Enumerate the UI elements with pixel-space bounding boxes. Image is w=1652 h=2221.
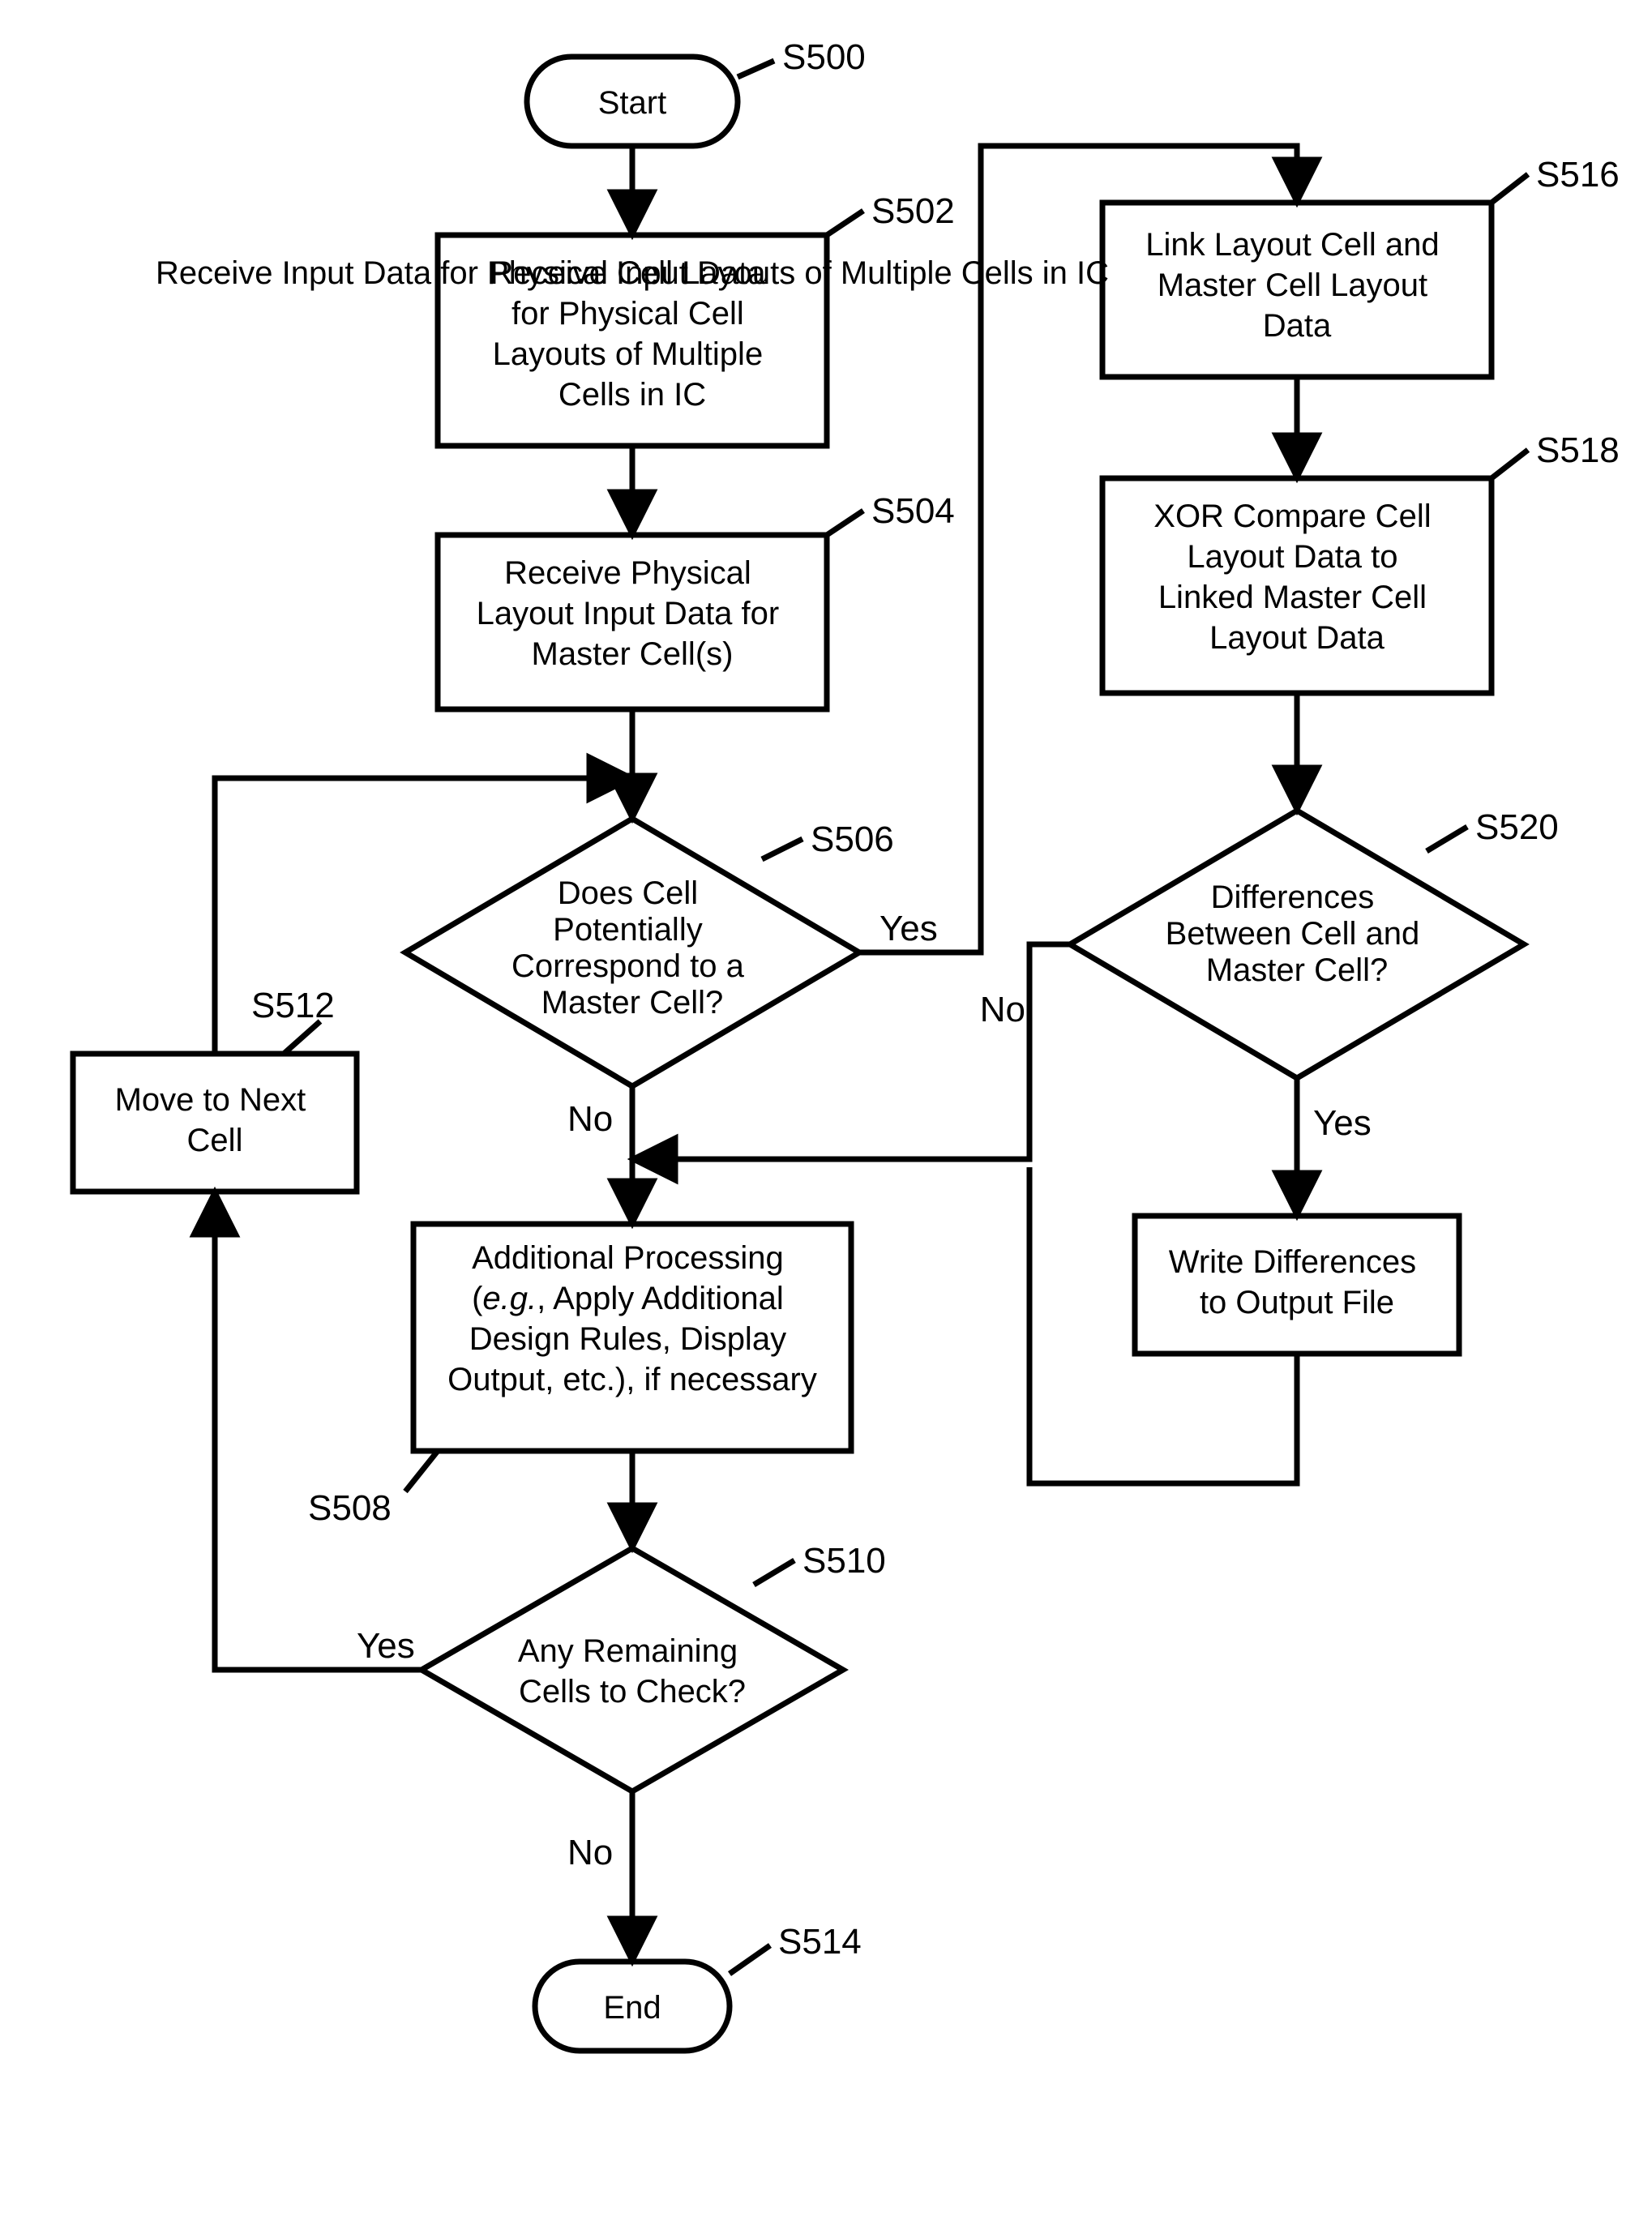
svg-text:Receive Input Data for P: Receive Input Data for Physical Cell Lay… bbox=[490, 255, 774, 413]
svg-text:Differences Between Cell: Differences Between Cell and Master Cell… bbox=[1166, 879, 1429, 988]
s520-yes-label: Yes bbox=[1313, 1103, 1372, 1143]
s506-yes-label: Yes bbox=[879, 909, 938, 948]
s508-label: S508 bbox=[308, 1488, 392, 1528]
s502-label: S502 bbox=[871, 191, 955, 231]
end-text: End bbox=[603, 1990, 661, 2026]
svg-text:Move to Next Cell: Move to Next Cell bbox=[115, 1082, 315, 1158]
svg-text:Does Cell Potentially: Does Cell Potentially Correspond to a Ma… bbox=[511, 875, 753, 1021]
svg-text:Receive Physical Layout: Receive Physical Layout Input Data for M… bbox=[477, 555, 789, 672]
s520-decision: Differences Between Cell and Master Cell… bbox=[1070, 807, 1559, 1078]
svg-text:Any Remaining Cells to C: Any Remaining Cells to Check? bbox=[518, 1633, 747, 1710]
edge-s510-s512 bbox=[215, 1192, 422, 1670]
s508-box: Additional Processing (e.g., Apply Addit… bbox=[308, 1224, 851, 1528]
s516-box: Link Layout Cell and Master Cell Layout … bbox=[1102, 155, 1620, 377]
s506-no-label: No bbox=[567, 1099, 613, 1139]
s506-label: S506 bbox=[811, 820, 894, 859]
svg-text:Additional Processing (e: Additional Processing (e.g., Apply Addit… bbox=[447, 1240, 817, 1397]
s504-label: S504 bbox=[871, 491, 955, 531]
s510-label: S510 bbox=[802, 1541, 886, 1581]
s522-box: Write Differences to Output File bbox=[1135, 1216, 1459, 1354]
s520-no-label: No bbox=[980, 990, 1025, 1029]
flowchart: Start S500 Receive Input Data for Physic… bbox=[0, 0, 1652, 2221]
s504-box: Receive Physical Layout Input Data for M… bbox=[438, 491, 955, 709]
s510-decision: Any Remaining Cells to Check? S510 bbox=[422, 1541, 886, 1791]
start-label: S500 bbox=[782, 37, 866, 77]
s518-label: S518 bbox=[1536, 430, 1620, 470]
svg-text:Link Layout Cell and Mas: Link Layout Cell and Master Cell Layout … bbox=[1145, 227, 1449, 344]
s520-label: S520 bbox=[1475, 807, 1559, 847]
s510-no-label: No bbox=[567, 1833, 613, 1872]
s516-label: S516 bbox=[1536, 155, 1620, 195]
start-terminator: Start S500 bbox=[527, 37, 866, 146]
s510-yes-label: Yes bbox=[357, 1626, 415, 1666]
svg-text:XOR Compare Cell Layout: XOR Compare Cell Layout Data to Linked M… bbox=[1153, 499, 1440, 656]
s518-box: XOR Compare Cell Layout Data to Linked M… bbox=[1102, 430, 1620, 693]
s512-label: S512 bbox=[251, 986, 335, 1025]
s506-decision: Does Cell Potentially Correspond to a Ma… bbox=[405, 819, 894, 1086]
end-label: S514 bbox=[778, 1922, 862, 1962]
start-text: Start bbox=[598, 85, 666, 121]
end-terminator: End S514 bbox=[535, 1922, 862, 2051]
svg-text:Write Differences to Out: Write Differences to Output File bbox=[1169, 1244, 1425, 1320]
